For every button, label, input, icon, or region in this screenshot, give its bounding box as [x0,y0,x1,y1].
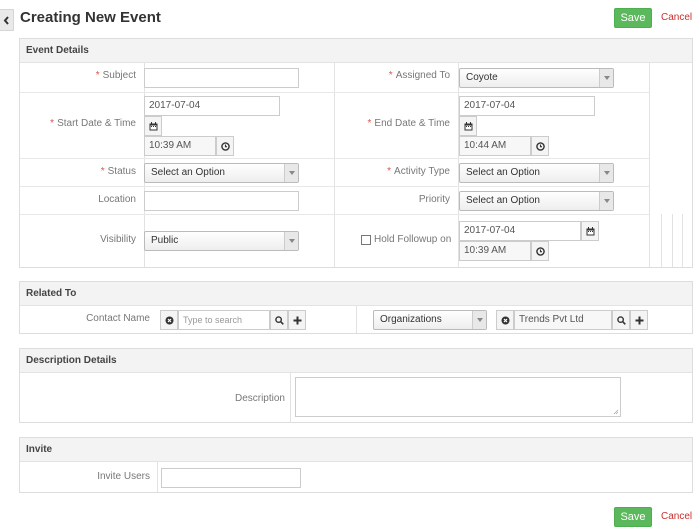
subject-label: * Subject [95,70,136,81]
invite-block: Invite Invite Users [19,437,693,493]
followup-time-input[interactable]: 10:39 AM [459,241,531,261]
priority-select[interactable]: Select an Option [459,191,614,211]
organization-input[interactable]: Trends Pvt Ltd [514,310,612,330]
assigned-to-value: Coyote [466,72,498,83]
status-select[interactable]: Select an Option [144,163,299,183]
start-date-calendar-button[interactable] [144,116,162,136]
assigned-to-label: * Assigned To [388,70,450,81]
footer-cancel-link[interactable]: Cancel [661,511,692,522]
search-icon [274,315,284,325]
contact-name-label: Contact Name [86,313,150,324]
location-label: Location [98,194,136,205]
clear-icon [501,316,509,324]
resize-handle-icon[interactable] [613,409,619,415]
page-title: Creating New Event [20,9,161,26]
subject-input[interactable] [144,68,299,88]
search-icon [616,315,626,325]
organization-add-button[interactable] [630,310,648,330]
related-to-block: Related To Contact Name Type to search O… [19,281,693,334]
event-details-block: Event Details * Subject * Assigned To Coyo… [19,38,693,268]
sidebar-toggle[interactable] [0,9,14,31]
chevron-down-icon [284,232,298,250]
clock-icon [535,141,545,151]
hold-followup-label: Hold Followup on [374,234,452,245]
cancel-link[interactable]: Cancel [661,12,692,23]
activity-type-value: Select an Option [466,167,540,178]
end-datetime-label: * End Date & Time [367,118,451,129]
start-datetime-label: * Start Date & Time [50,118,136,129]
activity-type-select[interactable]: Select an Option [459,163,614,183]
event-details-heading: Event Details [20,39,692,63]
chevron-down-icon [599,192,613,210]
chevron-left-icon [3,15,9,25]
clock-icon [220,141,230,151]
invite-users-label: Invite Users [97,471,150,482]
calendar-icon [464,121,472,130]
description-label: Description [234,393,285,404]
plus-icon [635,316,643,324]
end-date-calendar-button[interactable] [459,116,477,136]
chevron-down-icon [599,69,613,87]
description-block: Description Details Description [19,348,693,423]
activity-type-label: * Activity Type [387,166,450,177]
priority-label: Priority [418,194,450,205]
priority-value: Select an Option [466,195,540,206]
start-time-clock-button[interactable] [216,136,234,156]
end-time-clock-button[interactable] [531,136,549,156]
description-heading: Description Details [20,349,692,373]
chevron-down-icon [284,164,298,182]
followup-time-clock-button[interactable] [531,241,549,261]
clock-icon [535,246,545,256]
invite-users-input[interactable] [161,468,301,488]
plus-icon [293,316,301,324]
clear-icon [165,316,173,324]
organization-search-button[interactable] [612,310,630,330]
related-to-heading: Related To [20,282,692,306]
contact-clear-button[interactable] [160,310,178,330]
save-button[interactable]: Save [614,8,652,28]
location-input[interactable] [144,191,299,211]
footer-save-button[interactable]: Save [614,507,652,527]
assigned-to-select[interactable]: Coyote [459,68,614,88]
contact-search-input[interactable]: Type to search [178,310,270,330]
end-date-input[interactable]: 2017-07-04 [459,96,595,116]
chevron-down-icon [472,311,486,329]
description-textarea[interactable] [295,377,621,417]
start-date-input[interactable]: 2017-07-04 [144,96,280,116]
contact-add-button[interactable] [288,310,306,330]
visibility-value: Public [151,235,179,246]
calendar-icon [149,121,157,130]
related-type-value: Organizations [380,314,442,325]
contact-search-button[interactable] [270,310,288,330]
hold-followup-checkbox[interactable] [361,235,371,245]
status-value: Select an Option [151,167,225,178]
visibility-select[interactable]: Public [144,231,299,251]
followup-date-input[interactable]: 2017-07-04 [459,221,581,241]
organization-clear-button[interactable] [496,310,514,330]
invite-heading: Invite [20,438,692,462]
end-time-input[interactable]: 10:44 AM [459,136,531,156]
chevron-down-icon [599,164,613,182]
status-label: * Status [100,166,136,177]
related-type-select[interactable]: Organizations [373,310,487,330]
calendar-icon [586,226,594,235]
visibility-label: Visibility [100,234,136,245]
followup-date-calendar-button[interactable] [581,221,599,241]
start-time-input[interactable]: 10:39 AM [144,136,216,156]
